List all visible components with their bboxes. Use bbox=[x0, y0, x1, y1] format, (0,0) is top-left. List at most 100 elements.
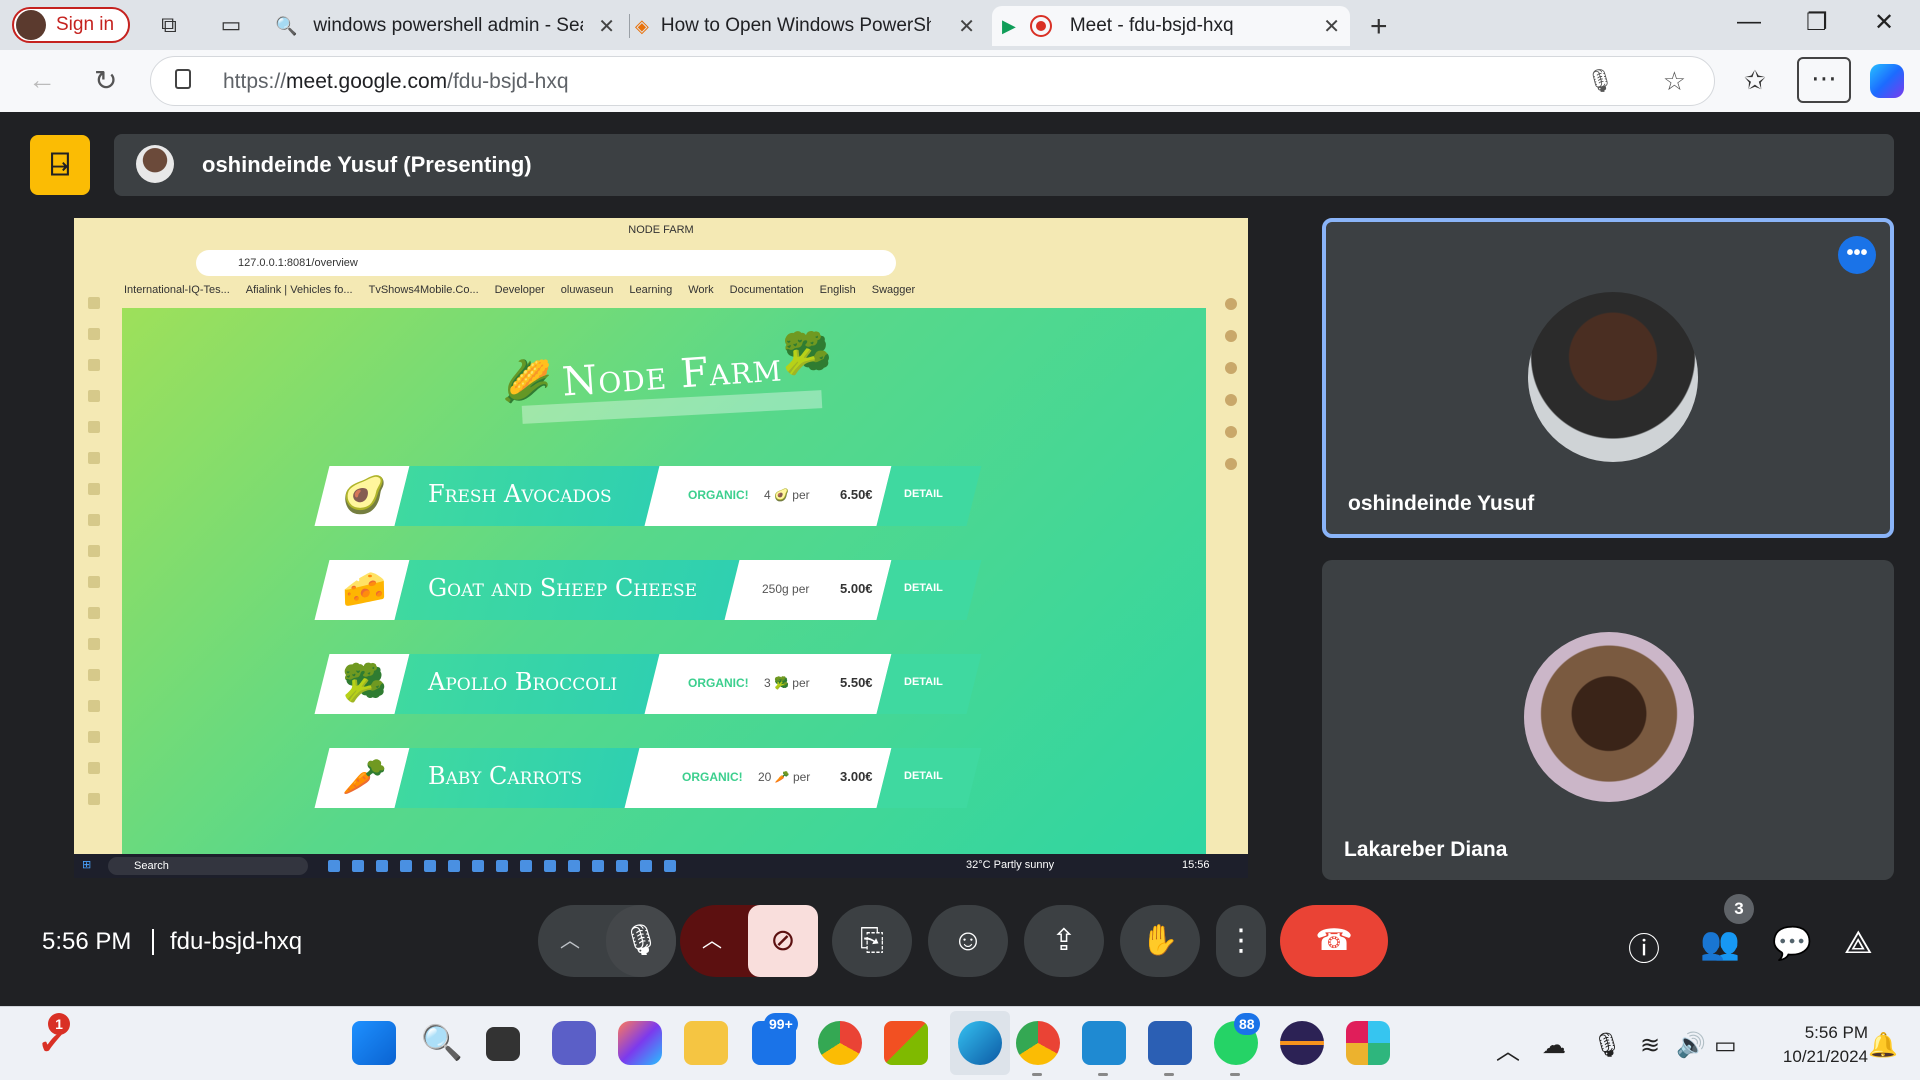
chevron-up-icon[interactable]: ︿ bbox=[560, 905, 580, 977]
microphone-icon[interactable]: 🎙 bbox=[606, 905, 676, 977]
wifi-icon[interactable]: ≋ bbox=[1640, 1031, 1660, 1060]
meet-area: ⍈ oshindeinde Yusuf (Presenting) NODE FA… bbox=[6, 112, 1914, 1002]
close-tab-icon[interactable]: ✕ bbox=[598, 14, 615, 39]
camera-off-icon[interactable]: ⊘ bbox=[748, 905, 818, 977]
reactions-button[interactable]: ☺ bbox=[928, 905, 1008, 977]
teams-chat-icon[interactable] bbox=[552, 1021, 596, 1065]
corn-icon: 🌽 bbox=[502, 360, 552, 404]
taskbar-clock[interactable]: 5:56 PM 10/21/2024 bbox=[1758, 1021, 1868, 1069]
meeting-code: fdu-bsjd-hxq bbox=[170, 928, 303, 955]
close-window-icon[interactable]: ✕ bbox=[1874, 8, 1894, 37]
broccoli-icon: 🥦 bbox=[782, 332, 832, 376]
eclipse-icon[interactable] bbox=[1280, 1021, 1324, 1065]
copilot-app-icon[interactable] bbox=[618, 1021, 662, 1065]
participant-name: Lakareber Diana bbox=[1344, 838, 1508, 861]
shared-bookmarks-bar: International-IQ-Tes... Afialink | Vehicl… bbox=[124, 284, 916, 296]
shared-screen: NODE FARM 127.0.0.1:8081/overview Intern… bbox=[74, 218, 1248, 878]
participant-tile[interactable]: ••• oshindeinde Yusuf bbox=[1322, 218, 1894, 538]
volume-icon[interactable]: 🔊 bbox=[1676, 1031, 1706, 1060]
workspaces-icon[interactable]: ⧉ bbox=[156, 12, 182, 38]
notifications-bell-icon[interactable]: 🔔 bbox=[1868, 1031, 1898, 1060]
emoji-icon: ☺ bbox=[952, 924, 984, 957]
shared-search-box: Search bbox=[108, 857, 308, 875]
meeting-info-icon[interactable]: ⓘ bbox=[1628, 924, 1660, 970]
copilot-icon[interactable] bbox=[1870, 64, 1904, 98]
kebab-icon: ⋮ bbox=[1226, 924, 1256, 957]
task-view-icon[interactable] bbox=[486, 1027, 520, 1061]
presenting-bar: oshindeinde Yusuf (Presenting) bbox=[114, 134, 1894, 196]
tab-how-to-open-powershell[interactable]: ◈ How to Open Windows PowerShe ✕ bbox=[635, 6, 985, 46]
url-text: https://meet.google.com/fdu-bsjd-hxq bbox=[223, 70, 569, 93]
camera-control[interactable]: ︿ ⊘ bbox=[680, 905, 818, 977]
mail-badge: 99+ bbox=[764, 1013, 798, 1035]
chrome-icon[interactable] bbox=[818, 1021, 862, 1065]
hand-icon: ✋ bbox=[1141, 924, 1179, 957]
url-field[interactable]: https://meet.google.com/fdu-bsjd-hxq 🎙 ☆ bbox=[150, 56, 1715, 106]
presenter-avatar bbox=[136, 145, 174, 183]
search-icon: 🔍 bbox=[275, 15, 298, 36]
clock-time: 5:56 PM bbox=[1804, 1023, 1868, 1042]
present-button[interactable]: ⇪ bbox=[1024, 905, 1104, 977]
leave-call-button[interactable]: ☎ bbox=[1280, 905, 1388, 977]
more-options-button[interactable]: ⋯ bbox=[1797, 57, 1851, 103]
address-bar-row: ← ↻ https://meet.google.com/fdu-bsjd-hxq… bbox=[0, 50, 1920, 112]
raise-hand-button[interactable]: ✋ bbox=[1120, 905, 1200, 977]
tab-title: windows powershell admin - Sear bbox=[313, 15, 584, 36]
show-hidden-icons-icon[interactable]: ︿ bbox=[1496, 1031, 1520, 1066]
start-icon[interactable] bbox=[352, 1021, 396, 1065]
chevron-up-icon[interactable]: ︿ bbox=[702, 905, 722, 977]
sign-in-label: Sign in bbox=[56, 14, 115, 35]
participant-avatar bbox=[1528, 292, 1698, 462]
meet-logo-icon[interactable]: ⍈ bbox=[30, 135, 90, 195]
shared-clock: 15:56 bbox=[1182, 859, 1210, 871]
microphone-tray-icon[interactable]: 🎙 bbox=[1592, 1031, 1622, 1060]
onedrive-icon[interactable]: ☁ bbox=[1542, 1031, 1566, 1060]
minimize-icon[interactable]: — bbox=[1737, 8, 1761, 36]
favorite-star-icon[interactable]: ☆ bbox=[1663, 66, 1686, 97]
back-icon[interactable]: ← bbox=[28, 64, 56, 96]
shared-taskbar: ⊞ Search 32°C Partly sunny 15:56 bbox=[74, 854, 1248, 878]
shared-url: 127.0.0.1:8081/overview bbox=[196, 250, 896, 276]
product-card: 🧀 Goat and Sheep Cheese 250g per 5.00€ D… bbox=[314, 560, 982, 620]
shared-sidebar bbox=[74, 278, 114, 858]
product-card: 🥕 Baby Carrots ORGANIC! 20 🥕 per 3.00€ D… bbox=[314, 748, 982, 808]
tab-powershell-search[interactable]: 🔍 windows powershell admin - Sear ✕ bbox=[275, 6, 625, 46]
present-screen-icon: ⇪ bbox=[1051, 924, 1077, 957]
vscode-icon[interactable] bbox=[1082, 1021, 1126, 1065]
microphone-control[interactable]: ︿ 🎙 bbox=[538, 905, 676, 977]
chat-icon[interactable]: 💬 bbox=[1772, 924, 1812, 962]
new-tab-button[interactable]: + bbox=[1370, 10, 1388, 44]
powershell-icon[interactable] bbox=[1148, 1021, 1192, 1065]
whatsapp-badge: 88 bbox=[1234, 1013, 1260, 1035]
close-tab-icon[interactable]: ✕ bbox=[1323, 14, 1340, 39]
file-explorer-icon[interactable] bbox=[684, 1021, 728, 1065]
activities-icon[interactable]: ⟁ bbox=[1844, 924, 1873, 962]
participant-name: oshindeinde Yusuf bbox=[1348, 492, 1535, 515]
store-icon[interactable] bbox=[884, 1021, 928, 1065]
lock-icon bbox=[175, 69, 191, 89]
refresh-icon[interactable]: ↻ bbox=[94, 64, 117, 97]
favorites-icon[interactable]: ✩ bbox=[1744, 65, 1766, 96]
captions-icon: ⎘ bbox=[860, 924, 884, 957]
restore-icon[interactable]: ❐ bbox=[1806, 8, 1828, 37]
site-favicon-icon: ◈ bbox=[635, 15, 649, 36]
voice-search-icon[interactable]: 🎙 bbox=[1586, 68, 1614, 94]
close-tab-icon[interactable]: ✕ bbox=[958, 14, 975, 39]
recording-icon bbox=[1029, 15, 1052, 37]
captions-button[interactable]: ⎘ bbox=[832, 905, 912, 977]
windows-taskbar: ✔ 1 🔍 99+ 88 ︿ ☁ 🎙 ≋ 🔊 ▭ 5:56 PM 10/21/2… bbox=[0, 1006, 1920, 1080]
more-options-icon[interactable]: ••• bbox=[1838, 236, 1876, 274]
battery-icon[interactable]: ▭ bbox=[1714, 1031, 1737, 1060]
edge-icon[interactable] bbox=[958, 1021, 1002, 1065]
tab-meet[interactable]: ▶ Meet - fdu-bsjd-hxq ✕ bbox=[992, 6, 1350, 46]
search-icon[interactable]: 🔍 bbox=[420, 1021, 464, 1065]
browser-tab-strip: Sign in ⧉ ▭ 🔍 windows powershell admin -… bbox=[0, 0, 1920, 50]
chrome-profile-icon[interactable] bbox=[1016, 1021, 1060, 1065]
tab-actions-icon[interactable]: ▭ bbox=[218, 12, 244, 38]
participant-tile[interactable]: Lakareber Diana bbox=[1322, 560, 1894, 880]
people-icon[interactable]: 👥 bbox=[1700, 924, 1740, 962]
sign-in-button[interactable]: Sign in bbox=[12, 7, 130, 43]
slack-icon[interactable] bbox=[1346, 1021, 1390, 1065]
shared-window-title: NODE FARM bbox=[74, 218, 1248, 242]
more-options-button[interactable]: ⋮ bbox=[1216, 905, 1266, 977]
